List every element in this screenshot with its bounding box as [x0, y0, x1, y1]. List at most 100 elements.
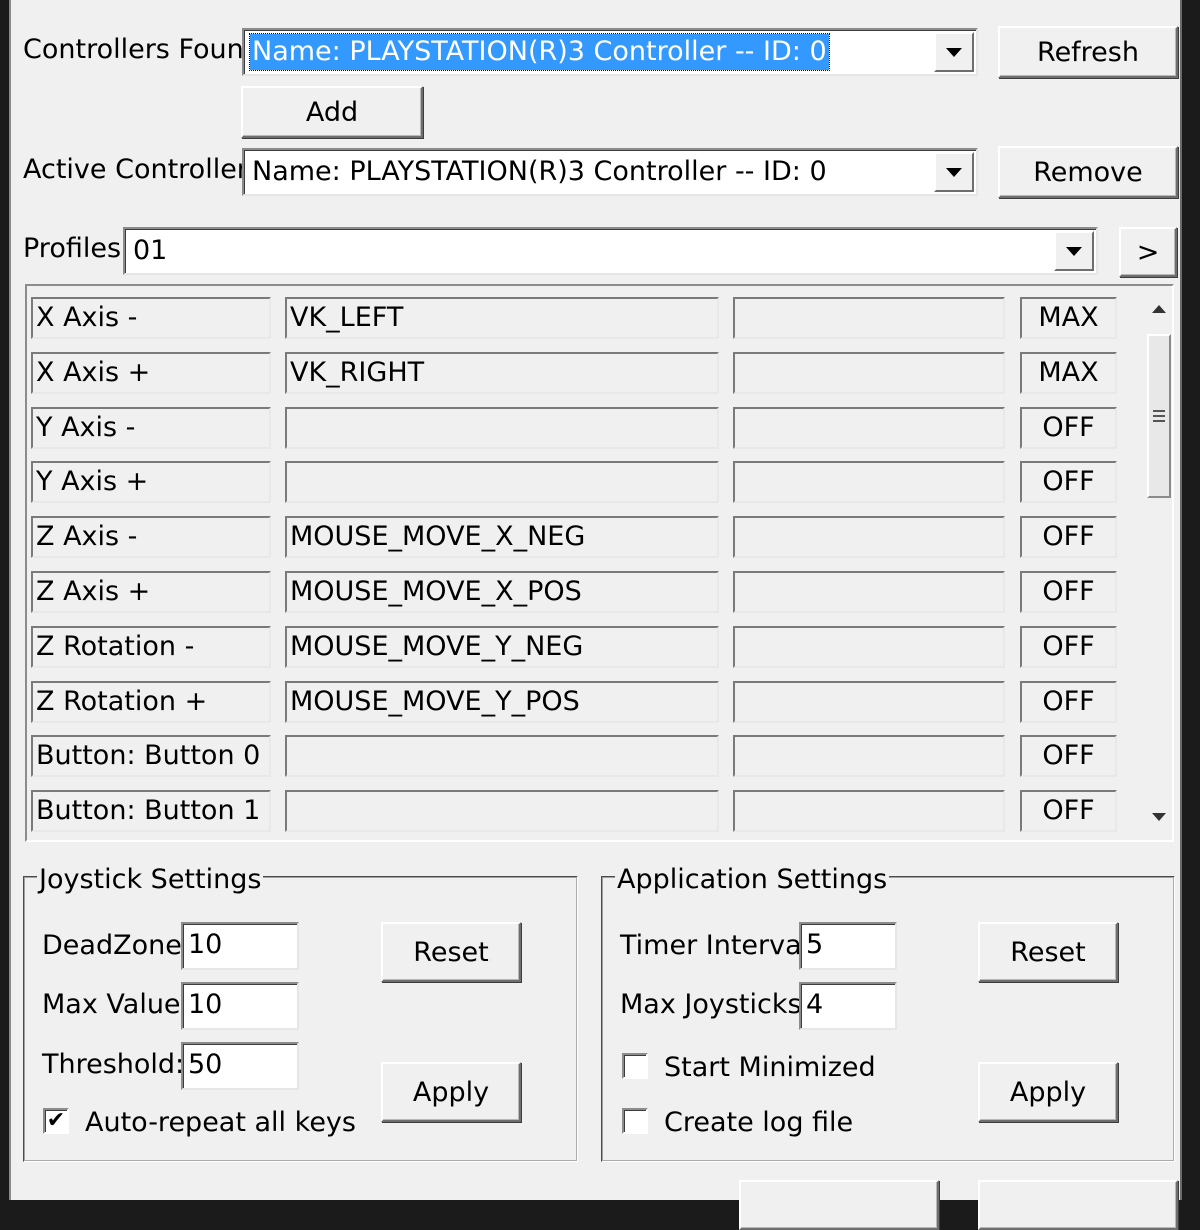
table-row: Y Axis + OFF: [27, 461, 1137, 504]
mapping-input-cell[interactable]: Z Rotation +: [31, 680, 271, 723]
controllers-found-dropdown-button[interactable]: [934, 32, 974, 72]
table-row: Z Axis + MOUSE_MOVE_X_POS OFF: [27, 571, 1137, 613]
deadzone-label: DeadZone:: [42, 930, 191, 961]
chevron-down-icon: [946, 47, 962, 57]
remove-button[interactable]: Remove: [998, 146, 1178, 198]
max-value-label: Max Value:: [42, 989, 190, 1020]
auto-repeat-checkbox[interactable]: ✔: [43, 1108, 69, 1134]
joystick-settings-title: Joystick Settings: [37, 864, 264, 895]
table-row: Button: Button 1 OFF: [27, 790, 1137, 833]
table-row: Button: Button 0 OFF: [27, 735, 1137, 778]
threshold-label: Threshold:: [42, 1049, 185, 1080]
mapping-key-cell[interactable]: [285, 406, 719, 449]
mapping-mode-cell[interactable]: OFF: [1020, 680, 1117, 723]
start-minimized-checkbox[interactable]: [622, 1053, 648, 1079]
mapping-extra-cell[interactable]: [733, 516, 1005, 559]
mapping-input-cell[interactable]: Y Axis +: [31, 461, 271, 504]
mapping-extra-cell[interactable]: [733, 461, 1005, 504]
create-log-label: Create log file: [664, 1107, 854, 1138]
max-joysticks-label: Max Joysticks:: [620, 989, 811, 1020]
bottom-button-2[interactable]: [978, 1180, 1178, 1230]
mapping-key-cell[interactable]: [285, 790, 719, 833]
joystick-apply-button[interactable]: Apply: [381, 1062, 521, 1122]
grip-icon: [1153, 410, 1165, 422]
timer-interval-input[interactable]: 5: [799, 922, 897, 970]
timer-interval-label: Timer Interval:: [620, 930, 819, 961]
profiles-dropdown[interactable]: 01: [123, 227, 1098, 275]
profile-next-button[interactable]: >: [1119, 227, 1177, 277]
scroll-up-icon[interactable]: [1151, 304, 1167, 314]
mapping-input-cell[interactable]: Y Axis -: [31, 406, 271, 449]
joystick-reset-button[interactable]: Reset: [381, 922, 521, 982]
mapping-extra-cell[interactable]: [733, 406, 1005, 449]
mapping-input-cell[interactable]: Z Rotation -: [31, 625, 271, 668]
table-row: Z Rotation + MOUSE_MOVE_Y_POS OFF: [27, 680, 1137, 723]
active-controllers-dropdown[interactable]: Name: PLAYSTATION(R)3 Controller -- ID: …: [242, 148, 978, 196]
mapping-key-cell[interactable]: VK_LEFT: [285, 297, 719, 339]
mapping-mode-cell[interactable]: MAX: [1020, 351, 1117, 394]
mapping-key-cell[interactable]: VK_RIGHT: [285, 351, 719, 394]
profiles-label: Profiles:: [23, 233, 131, 264]
mapping-input-cell[interactable]: Button: Button 1: [31, 790, 271, 833]
checkmark-icon: ✔: [46, 1108, 66, 1133]
profiles-dropdown-button[interactable]: [1054, 231, 1094, 271]
add-button[interactable]: Add: [241, 86, 423, 138]
controllers-found-value: Name: PLAYSTATION(R)3 Controller -- ID: …: [249, 33, 830, 71]
mapping-extra-cell[interactable]: [733, 625, 1005, 668]
mapping-input-cell[interactable]: Z Axis +: [31, 571, 271, 613]
max-joysticks-input[interactable]: 4: [799, 982, 897, 1030]
controllers-found-label: Controllers Found:: [23, 34, 271, 65]
auto-repeat-label: Auto-repeat all keys: [85, 1107, 356, 1138]
mapping-mode-cell[interactable]: OFF: [1020, 571, 1117, 613]
mapping-mode-cell[interactable]: OFF: [1020, 516, 1117, 559]
scrollbar-thumb[interactable]: [1147, 334, 1171, 498]
main-window: Controllers Found: Name: PLAYSTATION(R)3…: [9, 0, 1182, 1230]
bottom-button-1[interactable]: [739, 1180, 939, 1230]
mapping-key-cell[interactable]: MOUSE_MOVE_X_POS: [285, 571, 719, 613]
mapping-scrollbar[interactable]: [1145, 296, 1173, 836]
mapping-input-cell[interactable]: Z Axis -: [31, 516, 271, 559]
controllers-found-dropdown[interactable]: Name: PLAYSTATION(R)3 Controller -- ID: …: [242, 28, 978, 76]
app-apply-button[interactable]: Apply: [978, 1062, 1118, 1122]
profiles-value: 01: [133, 235, 168, 266]
mapping-extra-cell[interactable]: [733, 351, 1005, 394]
mapping-extra-cell[interactable]: [733, 297, 1005, 339]
mapping-mode-cell[interactable]: OFF: [1020, 790, 1117, 833]
active-controllers-dropdown-button[interactable]: [934, 152, 974, 192]
start-minimized-label: Start Minimized: [664, 1052, 876, 1083]
deadzone-input[interactable]: 10: [181, 922, 299, 970]
table-row: Z Axis - MOUSE_MOVE_X_NEG OFF: [27, 516, 1137, 559]
table-row: X Axis + VK_RIGHT MAX: [27, 351, 1137, 394]
threshold-input[interactable]: 50: [181, 1042, 299, 1090]
table-row: Y Axis - OFF: [27, 406, 1137, 449]
mapping-input-cell[interactable]: X Axis -: [31, 297, 271, 339]
max-value-input[interactable]: 10: [181, 982, 299, 1030]
mapping-mode-cell[interactable]: MAX: [1020, 297, 1117, 339]
mapping-extra-cell[interactable]: [733, 680, 1005, 723]
mapping-key-cell[interactable]: MOUSE_MOVE_X_NEG: [285, 516, 719, 559]
mapping-key-cell[interactable]: [285, 735, 719, 778]
mapping-mode-cell[interactable]: OFF: [1020, 735, 1117, 778]
chevron-down-icon: [946, 167, 962, 177]
mapping-key-cell[interactable]: [285, 461, 719, 504]
mapping-mode-cell[interactable]: OFF: [1020, 625, 1117, 668]
mapping-input-cell[interactable]: Button: Button 0: [31, 735, 271, 778]
create-log-checkbox[interactable]: [622, 1108, 648, 1134]
mapping-extra-cell[interactable]: [733, 571, 1005, 613]
app-reset-button[interactable]: Reset: [978, 922, 1118, 982]
mapping-mode-cell[interactable]: OFF: [1020, 461, 1117, 504]
scroll-down-icon[interactable]: [1151, 812, 1167, 822]
active-controllers-label: Active Controllers:: [23, 154, 272, 185]
table-row: X Axis - VK_LEFT MAX: [27, 297, 1137, 339]
refresh-button[interactable]: Refresh: [998, 26, 1178, 78]
mapping-input-cell[interactable]: X Axis +: [31, 351, 271, 394]
mapping-key-cell[interactable]: MOUSE_MOVE_Y_NEG: [285, 625, 719, 668]
mapping-key-cell[interactable]: MOUSE_MOVE_Y_POS: [285, 680, 719, 723]
mapping-extra-cell[interactable]: [733, 790, 1005, 833]
application-settings-title: Application Settings: [615, 864, 890, 895]
table-row: Z Rotation - MOUSE_MOVE_Y_NEG OFF: [27, 625, 1137, 668]
mapping-mode-cell[interactable]: OFF: [1020, 406, 1117, 449]
mapping-extra-cell[interactable]: [733, 735, 1005, 778]
mapping-list: X Axis - VK_LEFT MAX X Axis + VK_RIGHT MAX Y A…: [25, 284, 1174, 842]
active-controllers-value: Name: PLAYSTATION(R)3 Controller -- ID: …: [252, 156, 827, 187]
